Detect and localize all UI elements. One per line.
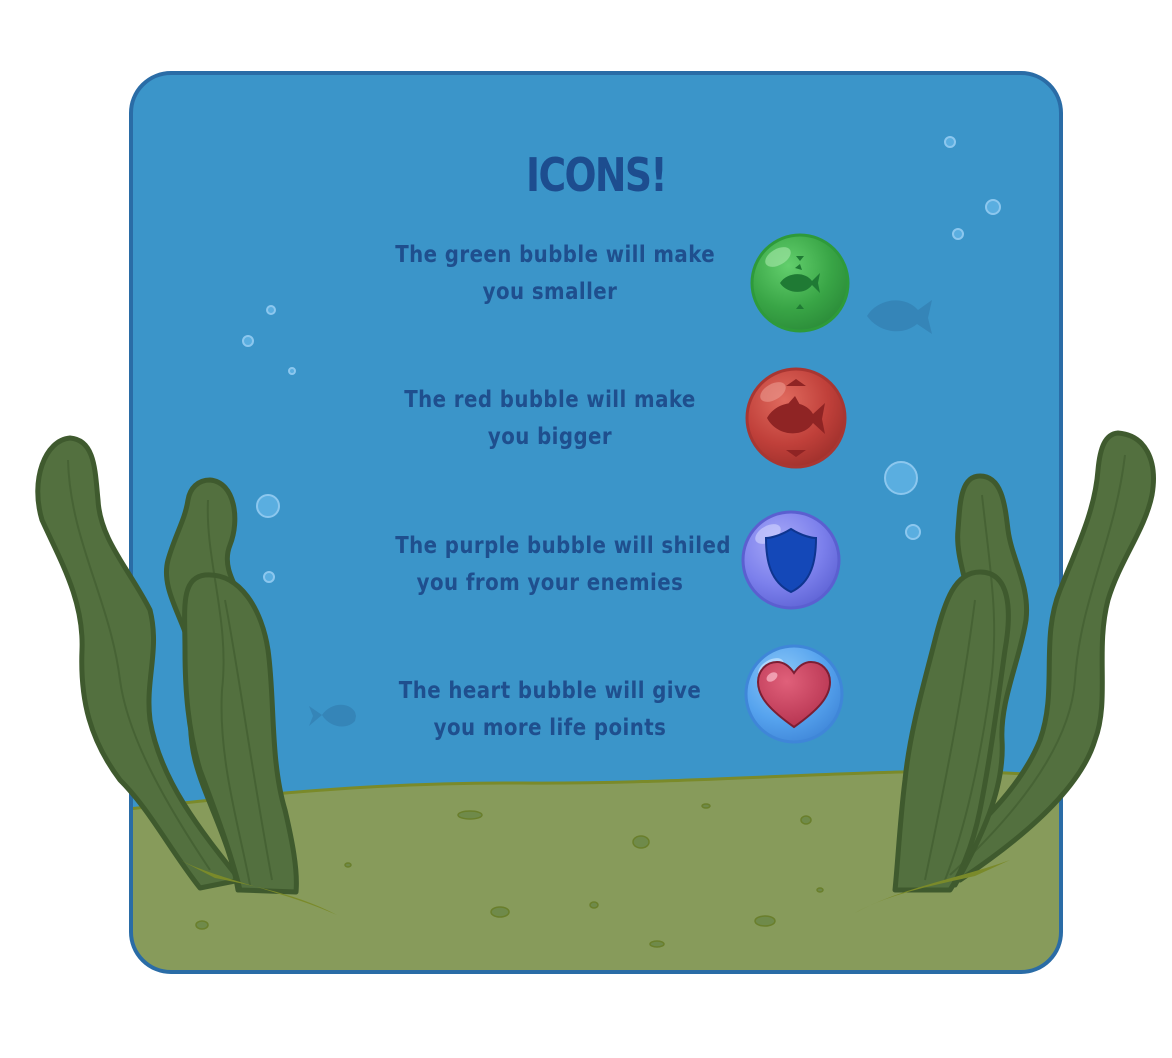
description-line: The heart bubble will give — [398, 678, 702, 704]
description-line: The purple bubble will shiled — [395, 533, 731, 559]
green-bubble-icon — [750, 233, 850, 333]
purple-bubble-icon — [741, 510, 841, 610]
page-title: ICONS! — [526, 148, 668, 202]
purple-bubble-description: The purple bubble will shiled you from y… — [370, 528, 730, 602]
description-line: The red bubble will make — [404, 387, 696, 413]
description-line: you smaller — [482, 279, 618, 305]
red-bubble-icon — [745, 367, 847, 469]
heart-bubble-description: The heart bubble will give you more life… — [370, 673, 730, 747]
description-line: you from your enemies — [416, 570, 684, 596]
green-bubble-description: The green bubble will make you smaller — [370, 237, 730, 311]
heart-bubble-icon — [744, 644, 844, 744]
description-line: The green bubble will make — [395, 242, 716, 268]
description-line: you more life points — [433, 715, 667, 741]
instructions-screen: ICONS! The green bubble will make you sm… — [0, 0, 1172, 1058]
red-bubble-description: The red bubble will make you bigger — [370, 382, 730, 456]
description-line: you bigger — [487, 424, 613, 450]
